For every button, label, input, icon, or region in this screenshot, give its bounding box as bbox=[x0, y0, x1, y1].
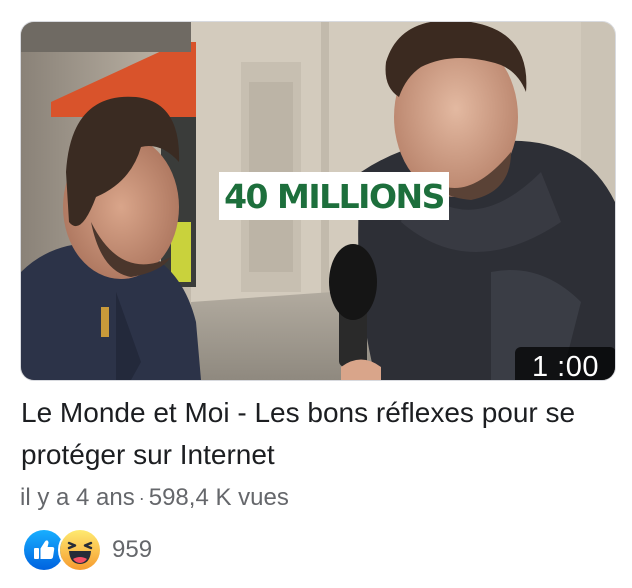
video-meta: il y a 4 ans · 598,4 K vues bbox=[20, 484, 289, 512]
video-card: 40 MILLIONS 1 :00 Le Monde et Moi - Les … bbox=[0, 0, 632, 588]
duration-badge: 1 :00 bbox=[515, 347, 615, 380]
reaction-count: 959 bbox=[112, 536, 153, 563]
reaction-summary[interactable]: 959 bbox=[22, 528, 153, 572]
haha-icon bbox=[58, 528, 102, 572]
view-count: 598,4 K vues bbox=[148, 484, 289, 511]
meta-separator: · bbox=[138, 487, 145, 508]
upload-age: il y a 4 ans bbox=[20, 484, 135, 511]
thumbnail-overlay-text: 40 MILLIONS bbox=[219, 172, 449, 220]
video-title[interactable]: Le Monde et Moi - Les bons réflexes pour… bbox=[21, 392, 601, 476]
video-thumbnail[interactable]: 40 MILLIONS 1 :00 bbox=[20, 21, 616, 381]
